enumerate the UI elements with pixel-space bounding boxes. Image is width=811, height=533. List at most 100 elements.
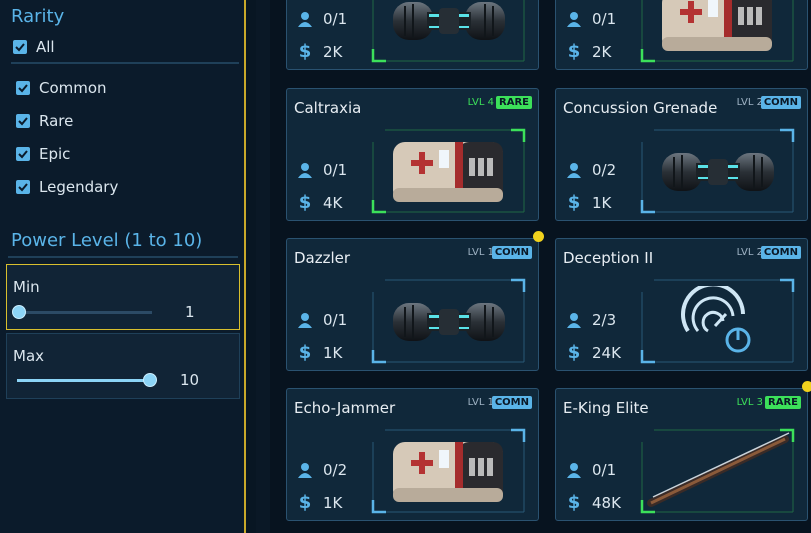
- owned-stat: 2/3: [566, 311, 616, 329]
- item-name: E-King Elite: [563, 399, 649, 417]
- max-slider-knob[interactable]: [143, 373, 157, 387]
- medkit-capsule-icon: [661, 0, 772, 51]
- rarity-badge: RARE: [496, 96, 532, 109]
- item-name: Deception II: [563, 249, 654, 267]
- item-name: Dazzler: [294, 249, 351, 267]
- medkit-capsule-icon: [392, 142, 503, 202]
- item-card[interactable]: 0/1 $ 2K: [555, 0, 808, 70]
- item-preview: [640, 0, 795, 63]
- checkbox-epic[interactable]: Epic: [16, 145, 70, 163]
- check-icon: [16, 114, 30, 128]
- divider: [11, 62, 239, 64]
- dollar-icon: $: [567, 41, 581, 62]
- owned-count: 0/1: [592, 461, 617, 479]
- divider: [8, 256, 238, 258]
- min-value: 1: [185, 303, 195, 321]
- item-level: LVL 4: [467, 97, 494, 108]
- rarity-badge: COMN: [491, 396, 532, 409]
- person-icon: [297, 462, 313, 478]
- checkbox-legendary-label: Legendary: [39, 178, 119, 196]
- checkbox-rare-label: Rare: [39, 112, 74, 130]
- item-card[interactable]: Concussion Grenade LVL 2 COMN 0/2 $ 1K: [555, 88, 808, 221]
- owned-count: 0/2: [323, 461, 348, 479]
- dollar-icon: $: [298, 492, 312, 513]
- checkbox-legendary[interactable]: Legendary: [16, 178, 118, 196]
- item-card[interactable]: E-King Elite LVL 3 RARE 0/1 $ 48K: [555, 388, 808, 521]
- check-icon: [16, 147, 30, 161]
- person-icon: [297, 162, 313, 178]
- item-preview: [640, 428, 795, 514]
- min-slider-track[interactable]: [17, 311, 152, 314]
- item-card[interactable]: Echo-Jammer LVL 1 COMN 0/2 $ 1K: [286, 388, 539, 521]
- person-icon: [297, 11, 313, 27]
- power-level-title: Power Level (1 to 10): [11, 230, 203, 251]
- checkbox-common[interactable]: Common: [16, 79, 107, 97]
- item-preview: [371, 128, 526, 214]
- medkit-capsule-icon: [392, 442, 503, 502]
- checkbox-rare[interactable]: Rare: [16, 112, 73, 130]
- item-card[interactable]: 0/1 $ 2K: [286, 0, 539, 70]
- rod-weapon-icon: [646, 432, 789, 507]
- max-label: Max: [13, 347, 45, 365]
- owned-count: 0/1: [323, 161, 348, 179]
- dollar-icon: $: [298, 41, 312, 62]
- price-stat: $ 2K: [297, 41, 343, 62]
- price-value: 24K: [592, 343, 621, 362]
- item-card[interactable]: Dazzler LVL 1 COMN 0/1 $ 1K: [286, 238, 539, 371]
- price-stat: $ 2K: [566, 41, 612, 62]
- price-value: 48K: [592, 493, 621, 512]
- check-icon: [16, 180, 30, 194]
- dollar-icon: $: [567, 492, 581, 513]
- max-slider-panel: Max 10: [6, 333, 240, 399]
- rarity-badge: RARE: [765, 396, 801, 409]
- item-name: Echo-Jammer: [294, 399, 396, 417]
- checkbox-common-label: Common: [39, 79, 107, 97]
- person-icon: [566, 162, 582, 178]
- person-icon: [566, 462, 582, 478]
- item-preview: [640, 128, 795, 214]
- scroll-gutter: [246, 0, 256, 533]
- price-stat: $ 4K: [297, 192, 343, 213]
- min-slider-panel: Min 1: [6, 264, 240, 330]
- dollar-icon: $: [298, 342, 312, 363]
- checkbox-epic-label: Epic: [39, 145, 71, 163]
- item-card[interactable]: Deception II LVL 2 COMN 2/3 $ 24K: [555, 238, 808, 371]
- owned-count: 0/1: [592, 10, 617, 28]
- price-stat: $ 1K: [566, 192, 612, 213]
- person-icon: [297, 312, 313, 328]
- price-stat: $ 24K: [566, 342, 621, 363]
- new-indicator-dot: [802, 381, 811, 392]
- price-value: 2K: [592, 42, 612, 61]
- min-label: Min: [13, 278, 40, 296]
- max-slider-fill: [17, 379, 152, 382]
- owned-stat: 0/2: [566, 161, 616, 179]
- min-slider-knob[interactable]: [12, 305, 26, 319]
- grid-edge: [256, 0, 270, 533]
- price-value: 4K: [323, 193, 343, 212]
- price-stat: $ 1K: [297, 342, 343, 363]
- item-name: Concussion Grenade: [563, 99, 718, 117]
- owned-count: 0/1: [323, 311, 348, 329]
- max-value: 10: [180, 371, 200, 389]
- owned-stat: 0/1: [297, 161, 347, 179]
- item-level: LVL 3: [736, 397, 763, 408]
- check-icon: [13, 40, 27, 54]
- grenade-capsule-icon: [392, 303, 505, 341]
- item-preview: [640, 278, 795, 364]
- checkbox-all-label: All: [36, 38, 55, 56]
- owned-stat: 0/1: [566, 461, 616, 479]
- item-preview: [371, 0, 526, 63]
- dollar-icon: $: [567, 342, 581, 363]
- item-preview: [371, 428, 526, 514]
- gauge-power-icon: [680, 286, 750, 353]
- rarity-badge: COMN: [760, 96, 801, 109]
- checkbox-all[interactable]: All: [13, 38, 55, 56]
- item-card[interactable]: Caltraxia LVL 4 RARE 0/1 $ 4K: [286, 88, 539, 221]
- item-level: LVL 2: [736, 97, 763, 108]
- person-icon: [566, 312, 582, 328]
- person-icon: [566, 11, 582, 27]
- price-value: 1K: [323, 493, 343, 512]
- price-value: 2K: [323, 42, 343, 61]
- grenade-capsule-icon: [661, 153, 774, 191]
- grenade-capsule-icon: [392, 2, 505, 40]
